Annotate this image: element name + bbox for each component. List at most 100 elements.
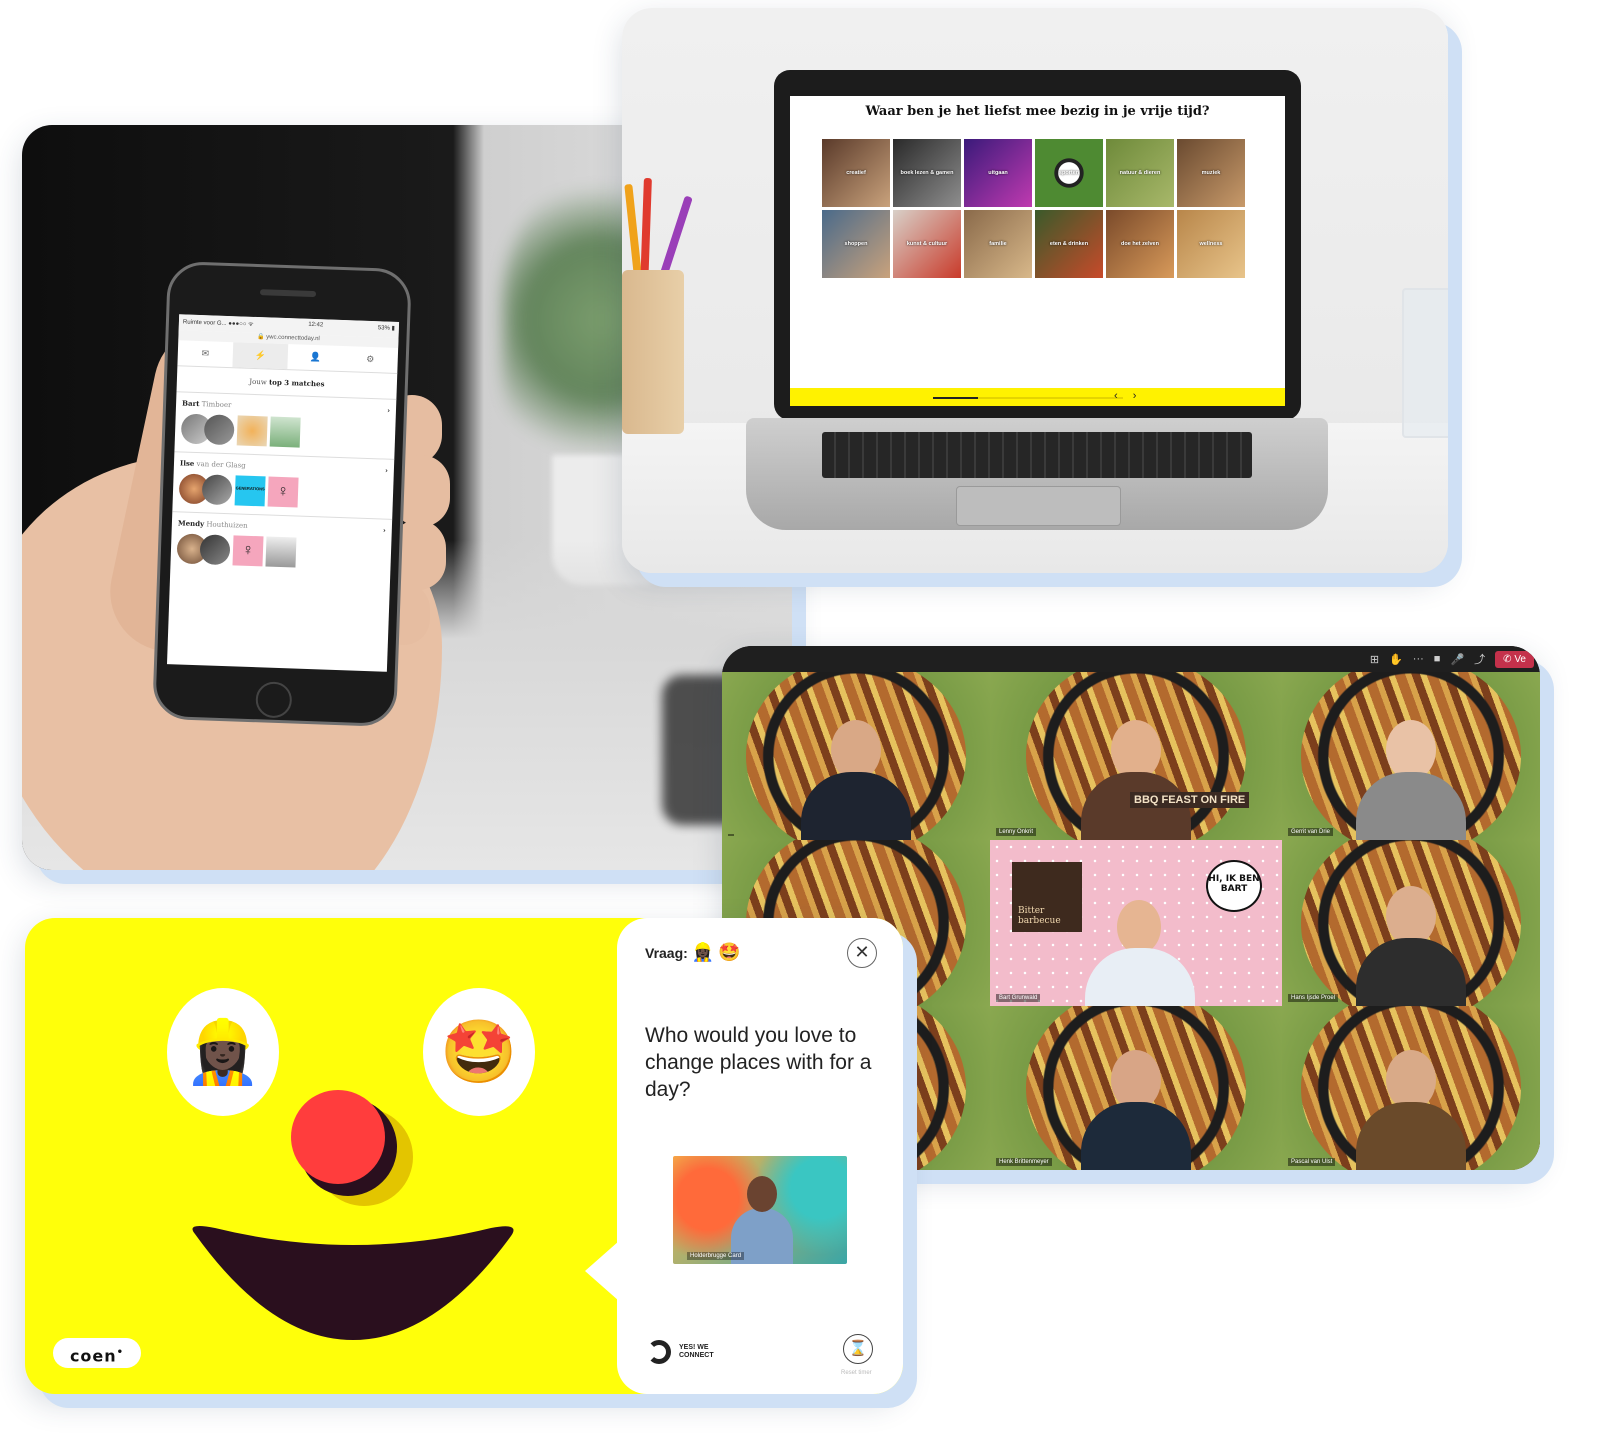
avatar [203, 414, 235, 446]
participant-tile[interactable]: Gerrit van Drie [1282, 672, 1540, 840]
phone-speaker [259, 289, 317, 298]
nav-arrows-icon[interactable]: ‹ › [1114, 390, 1142, 402]
trackpad [956, 486, 1121, 526]
participant-name [728, 834, 734, 836]
smile-mouth [192, 1226, 514, 1340]
interest-tile[interactable]: natuur & dieren [1106, 139, 1174, 207]
participant-tile[interactable]: Henk Brittenmeyer [990, 1006, 1282, 1170]
star-struck-icon: 🤩 [718, 942, 741, 962]
speech-bubble: HI, IK BEN BART [1206, 860, 1262, 912]
participant-figure [801, 720, 911, 840]
interest-tile[interactable]: boek lezen & gamen [893, 139, 961, 207]
avatar [201, 474, 233, 506]
match-thumbnails [180, 413, 390, 450]
construction-worker-icon: 👷🏿‍♀️ [167, 988, 279, 1116]
match-item[interactable]: Ilse van der Glasg › GENERATIONS ♀ [172, 451, 395, 519]
book-cover: Bitter barbecue [1012, 862, 1082, 932]
tab-settings-icon[interactable]: ⚙ [342, 346, 398, 373]
matches-heading-prefix: Jouw [249, 377, 267, 387]
tab-matches-icon[interactable]: ⚡ [232, 342, 289, 370]
pencil-cup [622, 270, 684, 434]
chevron-right-icon[interactable]: › [383, 526, 386, 535]
generations-badge: GENERATIONS [234, 475, 266, 507]
laptop-lid: Waar ben je het liefst mee bezig in je v… [774, 70, 1301, 420]
interest-image [236, 415, 268, 447]
quiz-question: Waar ben je het liefst mee bezig in je v… [865, 104, 1210, 119]
yes-we-connect-logo: YES! WE CONNECT [647, 1340, 739, 1364]
avatar [199, 534, 231, 566]
clock-text: 12:42 [308, 321, 324, 329]
raise-hand-icon[interactable]: ✋ [1389, 653, 1403, 666]
conversation-card: 👷🏿‍♀️ 🤩 coen• Vraag: 👷🏿‍♀️ 🤩 ✕ Who would… [25, 918, 903, 1394]
reset-timer-label[interactable]: Reset timer [841, 1370, 872, 1376]
question-header: Vraag: 👷🏿‍♀️ 🤩 [645, 942, 741, 963]
participant-tile[interactable]: Pascal van Ulst [1282, 1006, 1540, 1170]
match-last-name: Houthuizen [206, 520, 248, 530]
chevron-right-icon[interactable]: › [387, 406, 390, 415]
participant-video: Holderbrugge Card [673, 1156, 847, 1264]
participant-tile[interactable] [722, 672, 990, 840]
quiz-progress [933, 397, 1123, 399]
match-thumbnails: GENERATIONS ♀ [178, 473, 388, 510]
close-icon[interactable]: ✕ [847, 938, 877, 968]
water-glass [1402, 288, 1448, 438]
match-last-name: van der Glasg [196, 460, 246, 470]
participant-figure [1081, 720, 1191, 840]
chevron-right-icon[interactable]: › [385, 466, 388, 475]
battery-text: 53% ▮ [377, 325, 395, 332]
match-first-name: Mendy [177, 518, 205, 529]
tab-messages-icon[interactable]: ✉ [177, 340, 233, 367]
match-item[interactable]: Mendy Houthuizen › ♀ [170, 511, 393, 579]
interest-tile[interactable]: creatief [822, 139, 890, 207]
participant-name: Pascal van Ulst [1288, 1158, 1336, 1166]
participant-figure [1081, 1050, 1191, 1170]
interest-tile[interactable]: uitgaan [964, 139, 1032, 207]
leave-call-button[interactable]: ✆ Ve [1495, 650, 1534, 668]
brand-text: YES! WE CONNECT [679, 1344, 714, 1359]
match-header: Mendy Houthuizen › [178, 518, 386, 534]
more-options-icon[interactable]: ··· [1413, 653, 1424, 665]
camera-icon[interactable]: ■ [1434, 653, 1441, 665]
interest-tile[interactable]: doe het zelven [1106, 210, 1174, 278]
participant-figure [1356, 1050, 1466, 1170]
tab-profile-icon[interactable]: 👤 [287, 344, 343, 371]
interest-tile[interactable]: muziek [1177, 139, 1245, 207]
match-item[interactable]: Bart Timboer › [174, 391, 397, 459]
star-struck-icon: 🤩 [423, 988, 535, 1116]
participant-figure [1356, 886, 1466, 1006]
match-first-name: Bart [181, 398, 200, 409]
participant-name: Henk Brittenmeyer [996, 1158, 1052, 1166]
interest-tile[interactable]: sporten [1035, 139, 1103, 207]
participant-tile[interactable]: BBQ FEAST ON FIRE Lenny Onkrit [990, 672, 1282, 840]
participant-name: Gerrit van Drie [1288, 828, 1334, 836]
share-screen-icon[interactable]: ⤴ [1474, 651, 1485, 667]
interest-tile[interactable]: kunst & cultuur [893, 210, 961, 278]
collage: Ruimte voor G... ●●●○○ ᯤ 12:42 53% ▮ 🔒 y… [0, 0, 1619, 1436]
quiz-progress-fill [933, 397, 978, 399]
match-last-name: Timboer [201, 400, 232, 410]
woman-icon: ♀ [267, 476, 299, 508]
coen-logo-mark: • [116, 1347, 125, 1358]
participant-name: Lenny Onkrit [996, 828, 1037, 836]
participant-tile[interactable]: Hans Ijsde Proel [1282, 840, 1540, 1006]
call-toolbar: ⊞ ✋ ··· ■ 🎤 ⤴ ✆ Ve [722, 646, 1540, 672]
interest-image [269, 416, 301, 448]
participant-figure [1356, 720, 1466, 840]
book-banner: BBQ FEAST ON FIRE [1130, 792, 1250, 808]
phone-screen: Ruimte voor G... ●●●○○ ᯤ 12:42 53% ▮ 🔒 y… [166, 314, 400, 672]
participant-name: Hans Ijsde Proel [1288, 994, 1339, 1002]
layout-icon[interactable]: ⊞ [1370, 653, 1379, 666]
interest-tile[interactable]: wellness [1177, 210, 1245, 278]
connect-logo-icon [647, 1340, 671, 1364]
microphone-icon[interactable]: 🎤 [1450, 653, 1464, 666]
match-header: Bart Timboer › [182, 398, 390, 414]
participant-tile[interactable]: Bitter barbecue HI, IK BEN BART Bart Gru… [990, 840, 1282, 1006]
coen-logo: coen• [53, 1338, 141, 1368]
participant-name: Holderbrugge Card [687, 1252, 745, 1260]
woman-icon: ♀ [232, 535, 264, 567]
hourglass-icon[interactable]: ⌛ [843, 1334, 873, 1364]
interest-tile[interactable]: familie [964, 210, 1032, 278]
interest-tile[interactable]: eten & drinken [1035, 210, 1103, 278]
interest-tile[interactable]: shoppen [822, 210, 890, 278]
clown-nose [287, 1090, 417, 1206]
